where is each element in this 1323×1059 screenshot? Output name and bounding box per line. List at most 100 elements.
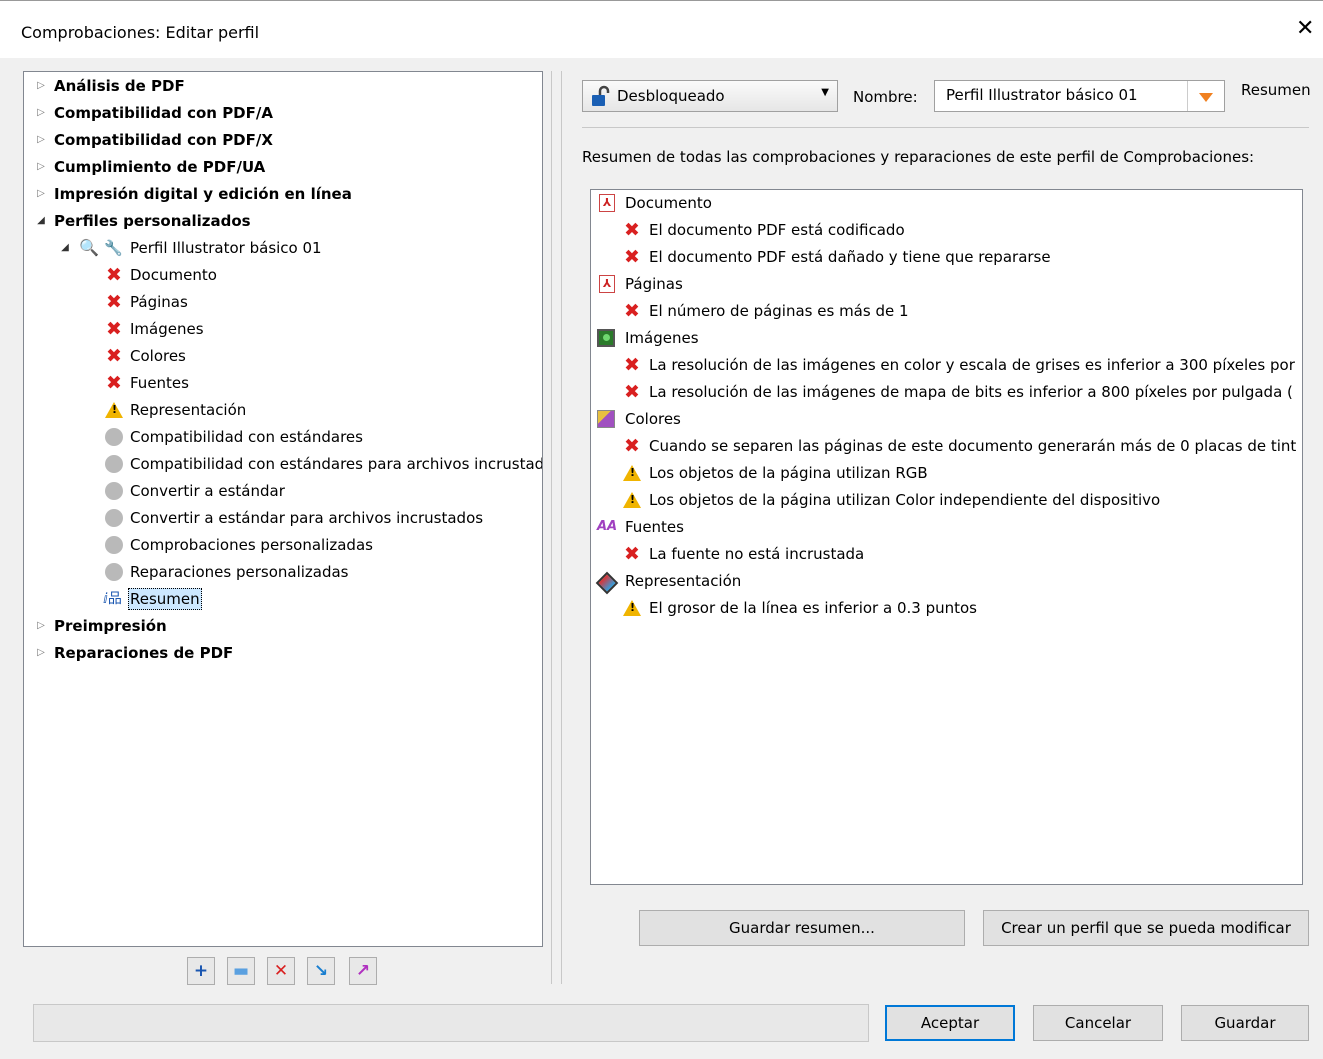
close-icon[interactable]: ✕ — [1296, 17, 1314, 41]
tree-item-paginas[interactable]: ✖ Páginas — [24, 290, 188, 314]
error-icon: ✖ — [624, 381, 640, 403]
divider — [561, 71, 562, 984]
summary-category-representacion: Representación — [591, 569, 741, 595]
error-icon: ✖ — [106, 291, 122, 313]
summary-item: El grosor de la línea es inferior a 0.3 … — [591, 596, 977, 620]
summary-item: ✖ El número de páginas es más de 1 — [624, 300, 909, 322]
tree-item-preimpresion[interactable]: ▷ Preimpresión — [24, 614, 167, 638]
wrench-icon: 🔧 — [104, 239, 123, 257]
expand-arrow-icon[interactable]: ▷ — [36, 641, 46, 665]
summary-category-fuentes: AA Fuentes — [597, 518, 684, 536]
export-icon[interactable]: ↗ — [349, 957, 377, 985]
summary-item: ✖ La resolución de las imágenes de mapa … — [624, 381, 1293, 403]
title-bar: Comprobaciones: Editar perfil ✕ — [0, 0, 1323, 58]
profile-name-field[interactable]: Perfil Illustrator básico 01 — [934, 80, 1225, 112]
create-editable-profile-button[interactable]: Crear un perfil que se pueda modificar — [983, 910, 1309, 946]
profile-tree[interactable]: ▷ Análisis de PDF ▷ Compatibilidad con P… — [23, 71, 543, 947]
error-icon: ✖ — [106, 345, 122, 367]
expand-arrow-icon[interactable]: ▷ — [36, 182, 46, 206]
tree-item-compat-estandares-incrustados[interactable]: Compatibilidad con estándares para archi… — [24, 452, 542, 476]
tree-item-pdfua[interactable]: ▷ Cumplimiento de PDF/UA — [24, 155, 265, 179]
summary-item: ✖ El documento PDF está dañado y tiene q… — [624, 246, 1051, 268]
magnifier-icon: 🔍 — [79, 238, 99, 257]
window-title: Comprobaciones: Editar perfil — [21, 23, 260, 42]
image-icon — [597, 329, 615, 347]
dropdown-arrow-icon: ▼ — [821, 87, 829, 98]
tree-item-colores[interactable]: ✖ Colores — [24, 344, 186, 368]
inactive-icon — [105, 563, 123, 581]
collapse-arrow-icon[interactable]: ◢ — [36, 209, 46, 233]
summary-item: ✖ La fuente no está incrustada — [624, 543, 865, 565]
summary-category-colores: Colores — [591, 407, 681, 431]
expand-arrow-icon[interactable]: ▷ — [36, 614, 46, 638]
section-title: Resumen — [1241, 81, 1311, 99]
splitter[interactable] — [551, 71, 552, 984]
lock-state-select[interactable]: Desbloqueado ▼ — [582, 80, 838, 112]
tree-item-convertir-estandar-incrustados[interactable]: Convertir a estándar para archivos incru… — [24, 506, 483, 530]
cancel-button[interactable]: Cancelar — [1033, 1005, 1163, 1041]
profile-name-value: Perfil Illustrator básico 01 — [946, 86, 1138, 104]
tree-item-comprobaciones-personalizadas[interactable]: Comprobaciones personalizadas — [24, 533, 373, 557]
error-icon: ✖ — [624, 543, 640, 565]
error-icon: ✖ — [106, 264, 122, 286]
tree-item-analisis[interactable]: ▷ Análisis de PDF — [24, 74, 185, 98]
error-icon: ✖ — [106, 372, 122, 394]
tree-item-reparaciones-pdf[interactable]: ▷ Reparaciones de PDF — [24, 641, 233, 665]
divider — [582, 127, 1309, 128]
tree-item-documento[interactable]: ✖ Documento — [24, 263, 217, 287]
duplicate-icon[interactable]: ▬ — [227, 957, 255, 985]
colors-icon — [597, 410, 615, 428]
tree-item-profile[interactable]: ◢ 🔍 🔧 Perfil Illustrator básico 01 — [24, 236, 321, 260]
summary-icon: ⅈ品 — [103, 591, 122, 607]
summary-item: Los objetos de la página utilizan Color … — [591, 488, 1160, 512]
status-bar — [33, 1004, 869, 1042]
summary-category-paginas: ⅄ Páginas — [591, 272, 683, 296]
summary-item: ✖ La resolución de las imágenes en color… — [624, 354, 1295, 376]
expand-arrow-icon[interactable]: ▷ — [36, 128, 46, 152]
error-icon: ✖ — [624, 219, 640, 241]
warning-icon — [623, 600, 641, 616]
warning-icon — [623, 492, 641, 508]
error-icon: ✖ — [624, 246, 640, 268]
summary-item: Los objetos de la página utilizan RGB — [591, 461, 928, 485]
tree-item-convertir-estandar[interactable]: Convertir a estándar — [24, 479, 285, 503]
tree-item-pdfa[interactable]: ▷ Compatibilidad con PDF/A — [24, 101, 273, 125]
summary-category-imagenes: Imágenes — [591, 326, 699, 350]
name-label: Nombre: — [853, 88, 918, 106]
import-icon[interactable]: ↘ — [307, 957, 335, 985]
summary-item: ✖ Cuando se separen las páginas de este … — [624, 435, 1297, 457]
expand-arrow-icon[interactable]: ▷ — [36, 155, 46, 179]
summary-category-documento: ⅄ Documento — [591, 191, 712, 215]
tree-item-resumen[interactable]: ⅈ品 Resumen — [24, 587, 202, 611]
ok-button[interactable]: Aceptar — [885, 1005, 1015, 1041]
summary-list[interactable]: ⅄ Documento ✖ El documento PDF está codi… — [590, 189, 1303, 885]
save-summary-button[interactable]: Guardar resumen... — [639, 910, 965, 946]
pdf-icon: ⅄ — [599, 275, 615, 293]
save-button[interactable]: Guardar — [1181, 1005, 1309, 1041]
warning-icon — [623, 465, 641, 481]
tree-item-compat-estandares[interactable]: Compatibilidad con estándares — [24, 425, 363, 449]
summary-description: Resumen de todas las comprobaciones y re… — [582, 148, 1255, 166]
lock-state-value: Desbloqueado — [617, 87, 725, 105]
inactive-icon — [105, 428, 123, 446]
unlocked-lock-icon — [592, 85, 610, 106]
tree-item-imagenes[interactable]: ✖ Imágenes — [24, 317, 204, 341]
tree-item-representacion[interactable]: Representación — [24, 398, 246, 422]
expand-arrow-icon[interactable]: ▷ — [36, 74, 46, 98]
tree-item-fuentes[interactable]: ✖ Fuentes — [24, 371, 189, 395]
error-icon: ✖ — [624, 354, 640, 376]
collapse-arrow-icon[interactable]: ◢ — [60, 236, 70, 260]
tree-item-pdfx[interactable]: ▷ Compatibilidad con PDF/X — [24, 128, 273, 152]
add-profile-icon[interactable]: + — [187, 957, 215, 985]
tree-item-impresion-digital[interactable]: ▷ Impresión digital y edición en línea — [24, 182, 352, 206]
dropdown-arrow-icon[interactable] — [1187, 81, 1224, 111]
inactive-icon — [105, 482, 123, 500]
error-icon: ✖ — [624, 435, 640, 457]
tree-item-reparaciones-personalizadas[interactable]: Reparaciones personalizadas — [24, 560, 349, 584]
expand-arrow-icon[interactable]: ▷ — [36, 101, 46, 125]
error-icon: ✖ — [624, 300, 640, 322]
delete-icon[interactable]: ✕ — [267, 957, 295, 985]
inactive-icon — [105, 455, 123, 473]
tree-item-perfiles-personalizados[interactable]: ◢ Perfiles personalizados — [24, 209, 250, 233]
inactive-icon — [105, 509, 123, 527]
